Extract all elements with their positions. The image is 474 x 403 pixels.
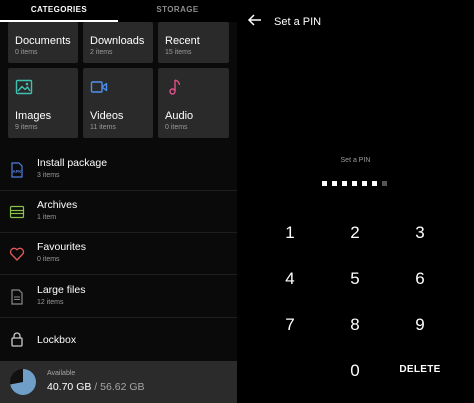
tile-title: Videos [90, 110, 124, 122]
tile-count: 0 items [15, 49, 38, 56]
pin-dot-filled [322, 181, 327, 186]
pin-dot-filled [372, 181, 377, 186]
tab-bar: CATEGORIES STORAGE [0, 0, 237, 22]
keypad-key-5[interactable]: 5 [330, 264, 380, 294]
tile-title: Audio [165, 110, 194, 122]
list-item-large-files[interactable]: Large files 12 items [0, 276, 237, 318]
list-item-title: Favourites [37, 241, 87, 253]
lock-icon [11, 332, 23, 347]
keypad-key-7[interactable]: 7 [265, 310, 315, 340]
tab-categories[interactable]: CATEGORIES [0, 0, 118, 22]
tile-count: 11 items [90, 124, 116, 131]
list-item-count: 3 items [37, 172, 60, 179]
set-pin-screen: Set a PIN Set a PIN 1 2 3 4 5 6 7 8 9 0 … [237, 0, 474, 403]
tile-count: 0 items [165, 124, 188, 131]
large-file-icon [11, 289, 23, 305]
music-note-icon [169, 79, 181, 95]
list-item-archives[interactable]: Archives 1 item [0, 191, 237, 233]
tile-title: Images [15, 110, 52, 122]
tile-count: 15 items [165, 49, 192, 56]
tile-documents[interactable]: Documents 0 items [8, 22, 78, 63]
storage-label: Available [47, 370, 76, 377]
back-arrow-icon[interactable] [247, 12, 263, 28]
pin-dot-filled [332, 181, 337, 186]
list-item-count: 0 items [37, 256, 60, 263]
tile-downloads[interactable]: Downloads 2 items [83, 22, 153, 63]
list-item-title: Lockbox [37, 334, 77, 346]
list-item-count: 12 items [37, 299, 64, 306]
storage-used: 40.70 GB [47, 381, 92, 393]
list-item-title: Archives [37, 199, 78, 211]
keypad-key-8[interactable]: 8 [330, 310, 380, 340]
tile-videos[interactable]: Videos 11 items [83, 68, 153, 138]
keypad-key-1[interactable]: 1 [265, 218, 315, 248]
list-item-count: 1 item [37, 214, 57, 221]
list-item-title: Large files [37, 284, 86, 296]
pin-dot-filled [362, 181, 367, 186]
list-item-install-package[interactable]: APK Install package 3 items [0, 149, 237, 191]
storage-separator: / [91, 381, 101, 393]
keypad-key-2[interactable]: 2 [330, 218, 380, 248]
storage-value: 40.70 GB / 56.62 GB [47, 381, 145, 393]
tab-storage[interactable]: STORAGE [118, 0, 237, 22]
image-icon [15, 79, 33, 95]
svg-text:APK: APK [13, 169, 22, 174]
tile-count: 2 items [90, 49, 113, 56]
page-title: Set a PIN [274, 16, 322, 28]
tile-images[interactable]: Images 9 items [8, 68, 78, 138]
storage-summary[interactable]: Available 40.70 GB / 56.62 GB [0, 361, 237, 403]
list-item-favourites[interactable]: Favourites 0 items [0, 233, 237, 275]
tile-title: Documents [15, 35, 71, 47]
apk-icon: APK [11, 162, 23, 178]
list-item-lockbox[interactable]: Lockbox [0, 318, 237, 360]
keypad-key-4[interactable]: 4 [265, 264, 315, 294]
keypad-key-0[interactable]: 0 [330, 356, 380, 386]
pin-prompt: Set a PIN [340, 157, 371, 164]
delete-button[interactable]: DELETE [395, 355, 445, 385]
keypad-key-6[interactable]: 6 [395, 264, 445, 294]
heart-icon [9, 247, 25, 261]
tile-title: Downloads [90, 35, 145, 47]
pin-dot-filled [352, 181, 357, 186]
keypad-key-3[interactable]: 3 [395, 218, 445, 248]
pin-dot-empty [382, 181, 387, 186]
pin-dot-filled [342, 181, 347, 186]
file-manager-screen: CATEGORIES STORAGE Documents 0 items Dow… [0, 0, 237, 403]
tile-recent[interactable]: Recent 15 items [158, 22, 229, 63]
tile-title: Recent [165, 35, 200, 47]
storage-total: 56.62 GB [100, 381, 145, 393]
tile-audio[interactable]: Audio 0 items [158, 68, 229, 138]
archive-icon [9, 205, 25, 219]
video-icon [90, 81, 108, 93]
tile-count: 9 items [15, 124, 38, 131]
storage-pie-chart [10, 369, 36, 395]
keypad-key-9[interactable]: 9 [395, 310, 445, 340]
list-item-title: Install package [37, 157, 108, 169]
